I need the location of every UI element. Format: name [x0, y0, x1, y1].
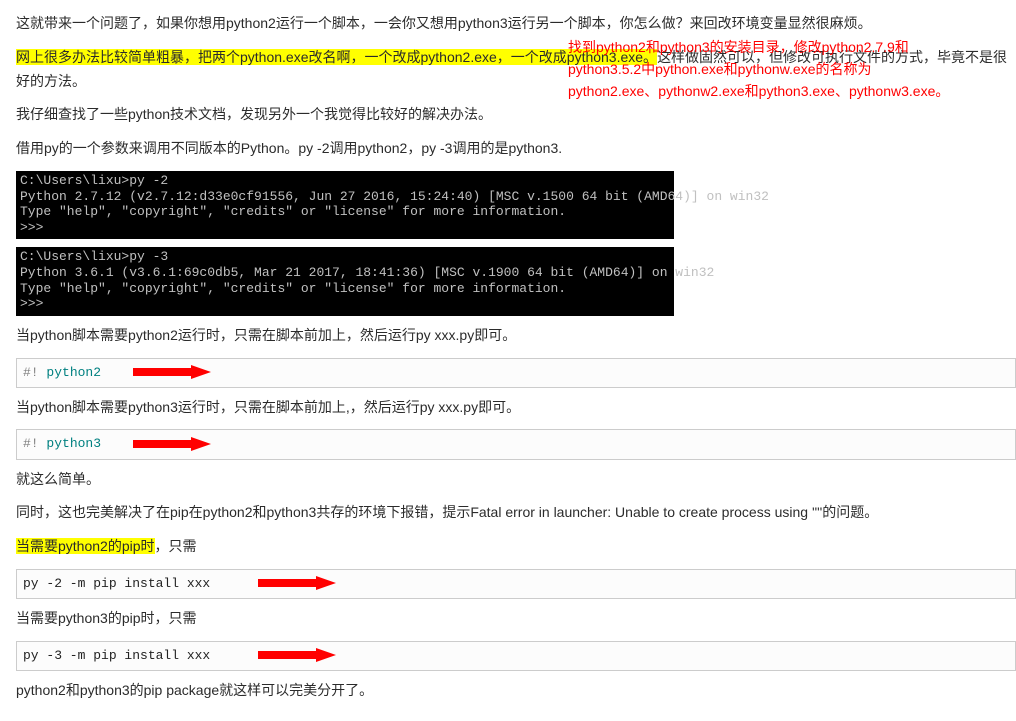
shebang-python3-text: python3 — [39, 436, 101, 451]
annotation-line-3: python2.exe、pythonw2.exe和python3.exe、pyt… — [568, 80, 949, 102]
term-prompt: >>> — [20, 296, 43, 311]
paragraph-run-py3: 当python脚本需要python3运行时，只需在脚本前加上,，然后运行py x… — [16, 396, 1016, 420]
paragraph-pip-fix: 同时，这也完美解决了在pip在python2和python3共存的环境下报错，提… — [16, 501, 1016, 525]
terminal-py2: C:\Users\lixu>py -2 Python 2.7.12 (v2.7.… — [16, 171, 674, 239]
paragraph-problem: 这就带来一个问题了，如果你想用python2运行一个脚本，一会你又想用pytho… — [16, 12, 1016, 36]
annotation-line-2: python3.5.2中python.exe和pythonw.exe的名称为 — [568, 58, 872, 80]
code-shebang-python2: #! python2 — [16, 358, 1016, 388]
term-line: C:\Users\lixu>py -3 — [20, 249, 168, 264]
code-shebang-python3: #! python3 — [16, 429, 1016, 459]
paragraph-run-py2: 当python脚本需要python2运行时，只需在脚本前加上，然后运行py xx… — [16, 324, 1016, 348]
paragraph-better-way: 我仔细查找了一些python技术文档，发现另外一个我觉得比较好的解决办法。 — [16, 103, 1016, 127]
term-line: Type "help", "copyright", "credits" or "… — [20, 204, 566, 219]
term-prompt: >>> — [20, 220, 43, 235]
arrow-icon — [133, 437, 211, 451]
term-line: Python 2.7.12 (v2.7.12:d33e0cf91556, Jun… — [20, 189, 769, 204]
arrow-icon — [133, 365, 211, 379]
paragraph-pip3-need: 当需要python3的pip时，只需 — [16, 607, 1016, 631]
code-pip3: py -3 -m pip install xxx — [16, 641, 1016, 671]
paragraph-pip2-need: 当需要python2的pip时，只需 — [16, 535, 1016, 559]
code-pip2: py -2 -m pip install xxx — [16, 569, 1016, 599]
article-body: 这就带来一个问题了，如果你想用python2运行一个脚本，一会你又想用pytho… — [16, 12, 1016, 703]
shebang-marker: #! — [23, 436, 39, 451]
term-line: Python 3.6.1 (v3.6.1:69c0db5, Mar 21 201… — [20, 265, 714, 280]
shebang-marker: #! — [23, 365, 39, 380]
highlight-pip2: 当需要python2的pip时 — [16, 538, 155, 554]
code-pip3-text: py -3 -m pip install xxx — [23, 648, 210, 663]
annotation-line-1: 找到python2和python3的安装目录，修改python2.7.9和 — [568, 36, 909, 58]
arrow-icon — [258, 576, 336, 590]
paragraph-simple: 就这么简单。 — [16, 468, 1016, 492]
terminal-py3: C:\Users\lixu>py -3 Python 3.6.1 (v3.6.1… — [16, 247, 674, 315]
highlight-rename-method: 网上很多办法比较简单粗暴，把两个python.exe改名啊，一个改成python… — [16, 49, 657, 65]
term-line: Type "help", "copyright", "credits" or "… — [20, 281, 566, 296]
code-pip2-text: py -2 -m pip install xxx — [23, 576, 210, 591]
arrow-icon — [258, 648, 336, 662]
term-line: C:\Users\lixu>py -2 — [20, 173, 168, 188]
shebang-python2-text: python2 — [39, 365, 101, 380]
paragraph-end: python2和python3的pip package就这样可以完美分开了。 — [16, 679, 1016, 703]
paragraph-py-launcher: 借用py的一个参数来调用不同版本的Python。py -2调用python2，p… — [16, 137, 1016, 161]
text-only-need: ，只需 — [155, 538, 197, 554]
